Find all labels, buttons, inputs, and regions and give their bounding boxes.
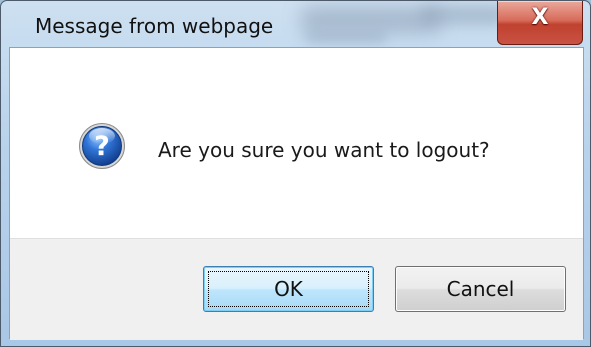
- button-bar: OK Cancel: [10, 238, 583, 340]
- question-icon: ?: [79, 123, 125, 169]
- blurred-background: [301, 7, 441, 33]
- blurred-background: [421, 5, 506, 25]
- ok-button-label: OK: [274, 277, 303, 301]
- message-area: ? Are you sure you want to logout?: [10, 48, 583, 238]
- message-text: Are you sure you want to logout?: [158, 138, 490, 162]
- close-icon: X: [531, 5, 549, 30]
- cancel-button-label: Cancel: [446, 277, 515, 301]
- ok-button[interactable]: OK: [203, 266, 374, 312]
- dialog-window: Message from webpage X ? Are you sure yo…: [0, 0, 591, 347]
- blurred-background: [306, 31, 386, 43]
- title-bar[interactable]: Message from webpage X: [1, 1, 590, 47]
- cancel-button[interactable]: Cancel: [395, 266, 566, 312]
- close-button[interactable]: X: [497, 1, 583, 45]
- dialog-body: ? Are you sure you want to logout? OK Ca…: [9, 47, 584, 340]
- svg-text:?: ?: [94, 131, 110, 162]
- dialog-title: Message from webpage: [35, 14, 274, 38]
